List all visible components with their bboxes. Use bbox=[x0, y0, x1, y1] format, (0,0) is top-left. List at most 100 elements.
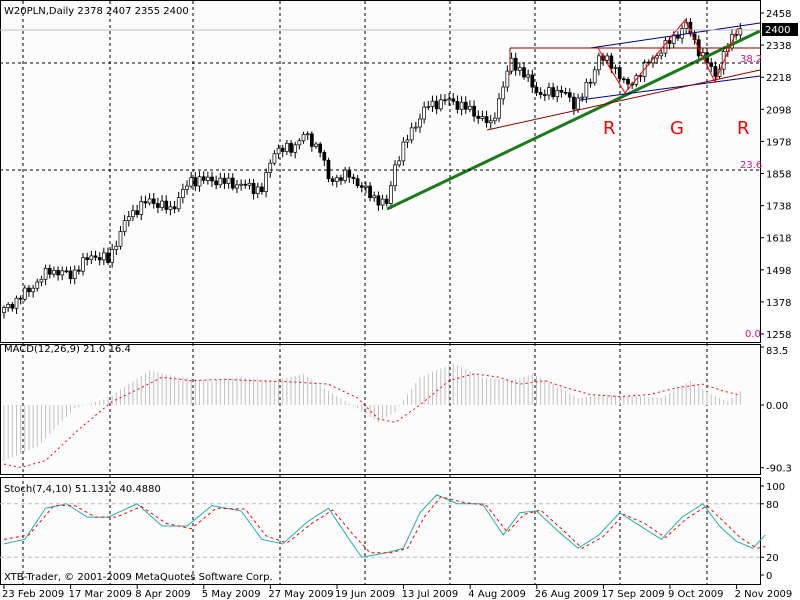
macd-tick-label: 0.00 bbox=[766, 401, 788, 412]
candle-body bbox=[68, 270, 73, 280]
date-tick-label: 2 Nov 2009 bbox=[735, 589, 793, 600]
candle-body bbox=[339, 177, 343, 181]
price-tick-label: 1618 bbox=[766, 234, 791, 245]
candle-body bbox=[147, 198, 152, 204]
candle-body bbox=[118, 231, 123, 247]
candle-body bbox=[135, 210, 139, 215]
candle-body bbox=[276, 147, 281, 155]
candle-body bbox=[293, 144, 298, 153]
candle-body bbox=[97, 257, 102, 261]
candle-body bbox=[538, 92, 543, 95]
macd-tick-label: 83.5 bbox=[766, 346, 788, 357]
label-g: G bbox=[670, 118, 684, 139]
candle-body bbox=[297, 140, 302, 146]
candle-body bbox=[205, 176, 210, 181]
candle-body bbox=[626, 78, 630, 85]
candle-body bbox=[617, 67, 622, 80]
date-tick-label: 9 Oct 2009 bbox=[668, 589, 723, 600]
price-tick-label: 1738 bbox=[766, 202, 791, 213]
main-panel bbox=[0, 0, 761, 343]
date-tick-label: 17 Mar 2009 bbox=[69, 589, 132, 600]
candle-body bbox=[355, 178, 360, 187]
candle-body bbox=[443, 99, 447, 102]
candle-body bbox=[106, 252, 110, 263]
candle-body bbox=[418, 118, 422, 128]
candle-body bbox=[472, 105, 476, 117]
candle-body bbox=[93, 255, 98, 258]
candle-body bbox=[210, 176, 214, 182]
candle-body bbox=[476, 115, 481, 119]
candle-body bbox=[314, 143, 318, 147]
candle-body bbox=[572, 96, 576, 110]
price-tick-label: 1978 bbox=[766, 137, 791, 148]
date-tick-label: 13 Jul 2009 bbox=[402, 589, 459, 600]
candle-body bbox=[160, 200, 164, 208]
candle-body bbox=[2, 307, 6, 313]
candle-body bbox=[185, 185, 189, 190]
candle-body bbox=[268, 162, 273, 173]
candle-body bbox=[172, 206, 177, 210]
candle-body bbox=[621, 78, 626, 81]
price-tick-label: 2218 bbox=[766, 73, 791, 84]
candle-body bbox=[343, 169, 347, 181]
price-tick-label: 1858 bbox=[766, 170, 791, 181]
candle-body bbox=[455, 100, 460, 110]
candle-body bbox=[31, 287, 35, 293]
stoch-tick-label: 100 bbox=[766, 482, 785, 493]
chart-canvas[interactable]: 2458 2338 2218 2098 1978 1858 1738 1618 1498 1378… bbox=[0, 0, 800, 600]
price-tick-label: 1378 bbox=[766, 298, 791, 309]
date-tick-label: 23 Feb 2009 bbox=[2, 589, 64, 600]
candle-body bbox=[667, 40, 672, 44]
candle-body bbox=[463, 101, 468, 110]
candle-body bbox=[480, 116, 485, 119]
candle-body bbox=[168, 206, 173, 210]
candle-body bbox=[413, 126, 418, 129]
candle-body bbox=[468, 105, 472, 110]
candle-body bbox=[101, 252, 106, 261]
candle-body bbox=[27, 287, 31, 293]
date-tick-label: 26 Aug 2009 bbox=[535, 589, 599, 600]
candle-body bbox=[334, 177, 339, 182]
candle-body bbox=[243, 183, 248, 186]
candle-body bbox=[218, 177, 223, 186]
candle-body bbox=[122, 220, 127, 232]
price-tick-label: 2338 bbox=[766, 41, 791, 52]
candle-body bbox=[43, 267, 48, 280]
candle-body bbox=[517, 67, 522, 71]
candle-body bbox=[289, 142, 293, 153]
candle-body bbox=[151, 198, 156, 204]
candle-body bbox=[197, 176, 202, 187]
candle-body bbox=[447, 98, 451, 101]
candle-body bbox=[226, 177, 231, 184]
candle-body bbox=[513, 57, 518, 71]
candle-body bbox=[189, 177, 194, 187]
candle-body bbox=[251, 182, 256, 194]
candle-body bbox=[222, 177, 227, 184]
candle-body bbox=[247, 182, 252, 186]
date-tick-label: 8 Apr 2009 bbox=[135, 589, 190, 600]
candle-body bbox=[389, 185, 393, 204]
price-tick-label: 1258 bbox=[766, 330, 791, 341]
candle-body bbox=[64, 270, 69, 273]
candle-body bbox=[285, 142, 289, 152]
candle-body bbox=[176, 197, 181, 210]
candle-body bbox=[72, 269, 77, 280]
candle-body bbox=[376, 195, 381, 206]
candle-body bbox=[438, 99, 443, 110]
candle-body bbox=[330, 178, 335, 182]
candle-body bbox=[555, 90, 560, 98]
candle-body bbox=[351, 176, 356, 180]
date-tick-label: 27 May 2009 bbox=[268, 589, 333, 600]
panel-frames bbox=[0, 0, 761, 585]
candle-body bbox=[56, 270, 60, 276]
candle-body bbox=[613, 67, 618, 69]
candle-body bbox=[114, 245, 119, 250]
candle-body bbox=[501, 86, 506, 100]
candle-body bbox=[322, 152, 327, 161]
candle-body bbox=[235, 184, 239, 189]
candle-body bbox=[131, 210, 135, 218]
candle-body bbox=[605, 55, 610, 61]
date-tick-label: 19 Jun 2009 bbox=[335, 589, 395, 600]
candle-body bbox=[526, 74, 531, 78]
candle-body bbox=[81, 257, 85, 272]
